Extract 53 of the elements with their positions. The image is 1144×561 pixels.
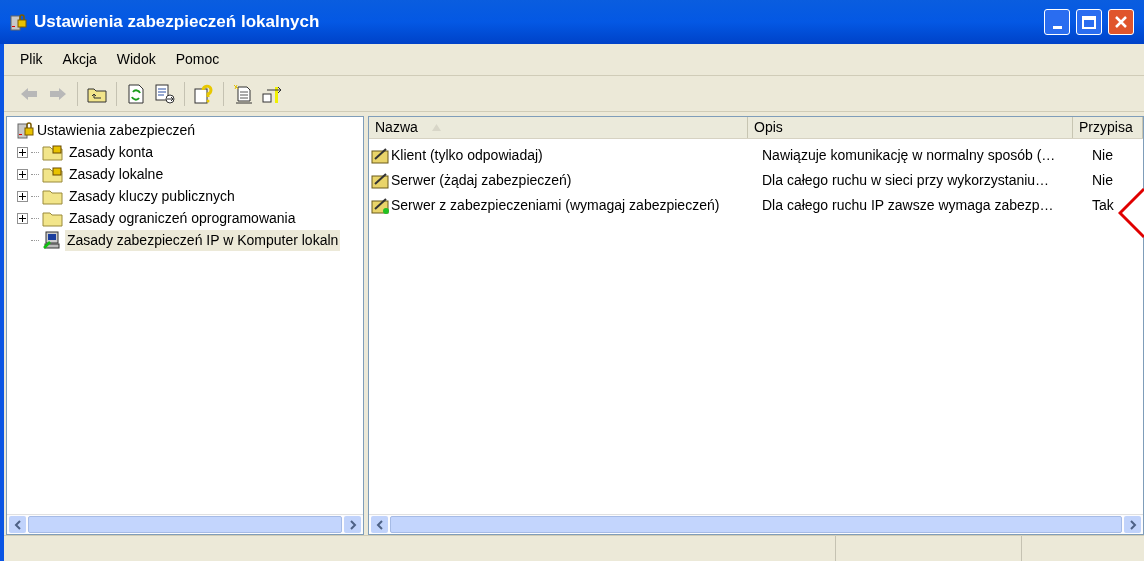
tree-item[interactable]: Zasady zabezpieczeń IP w Komputer lokaln [65,229,341,251]
locked-folder-icon [42,165,64,183]
horizontal-scrollbar[interactable] [369,514,1143,534]
chevron-right-icon [1128,519,1137,530]
close-icon [1114,15,1128,29]
expand-icon[interactable] [17,168,28,180]
assigned-cell-text: Nie [1091,171,1114,190]
column-header[interactable]: Nazwa [369,117,749,138]
policy-icon [371,146,391,165]
description-cell-text: Dla całego ruchu IP zawsze wymaga zabezp… [761,196,1055,215]
menu-item[interactable]: Akcja [54,47,105,72]
chevron-left-icon [13,519,22,530]
expand-icon[interactable] [17,146,28,158]
tree-item[interactable]: Zasady kluczy publicznych [67,185,237,207]
expand-icon[interactable] [17,190,28,202]
scroll-left-button[interactable] [9,516,26,533]
menu-item[interactable]: Widok [108,47,164,72]
policy-icon [371,171,391,190]
tree-item[interactable]: Zasady konta [67,141,156,163]
security-settings-icon [10,13,28,31]
locked-folder-icon [42,143,64,161]
policy-name[interactable]: Klient (tylko odpowiadaj) [391,145,543,166]
chevron-left-icon [375,519,384,530]
tree-item[interactable]: Zasady ograniczeń oprogramowania [67,207,298,229]
back-arrow-icon [19,86,39,101]
horizontal-scrollbar[interactable] [7,514,363,534]
chevron-right-icon [348,519,357,530]
window-title: Ustawienia zabezpieczeń lokalnych [34,11,321,34]
scroll-right-button[interactable] [344,516,361,533]
column-header[interactable]: Przypisa [1073,117,1143,138]
scroll-right-button[interactable] [1124,516,1141,533]
assigned-cell-text: Nie [1091,146,1114,165]
tree-item[interactable]: Zasady lokalne [67,163,166,185]
minimize-button[interactable] [1044,9,1070,35]
folder-icon [42,209,64,227]
policy-icon [371,196,391,215]
menu-item[interactable]: Pomoc [167,47,228,72]
folder-icon [42,187,64,205]
maximize-button[interactable] [1076,9,1102,35]
policy-name[interactable]: Serwer z zabezpieczeniami (wymagaj zabezpieczeń) [391,195,720,216]
assigned-cell-text: Tak [1091,196,1115,215]
computer-icon [42,230,62,250]
expand-icon[interactable] [17,212,28,224]
policy-name[interactable]: Serwer (żądaj zabezpieczeń) [391,170,572,191]
description-cell-text: Dla całego ruchu w sieci przy wykorzystaniu… [761,171,1051,190]
close-button[interactable] [1108,9,1134,35]
security-settings-icon [17,121,35,139]
column-header[interactable]: Opis [748,117,1073,138]
menu-item[interactable]: Plik [12,47,51,72]
description-cell-text: Nawiązuje komunikację w normalny sposób (… [761,146,1057,165]
scroll-left-button[interactable] [371,516,388,533]
forward-arrow-icon [48,86,68,101]
tree-item[interactable]: Ustawienia zabezpieczeń [37,119,195,141]
